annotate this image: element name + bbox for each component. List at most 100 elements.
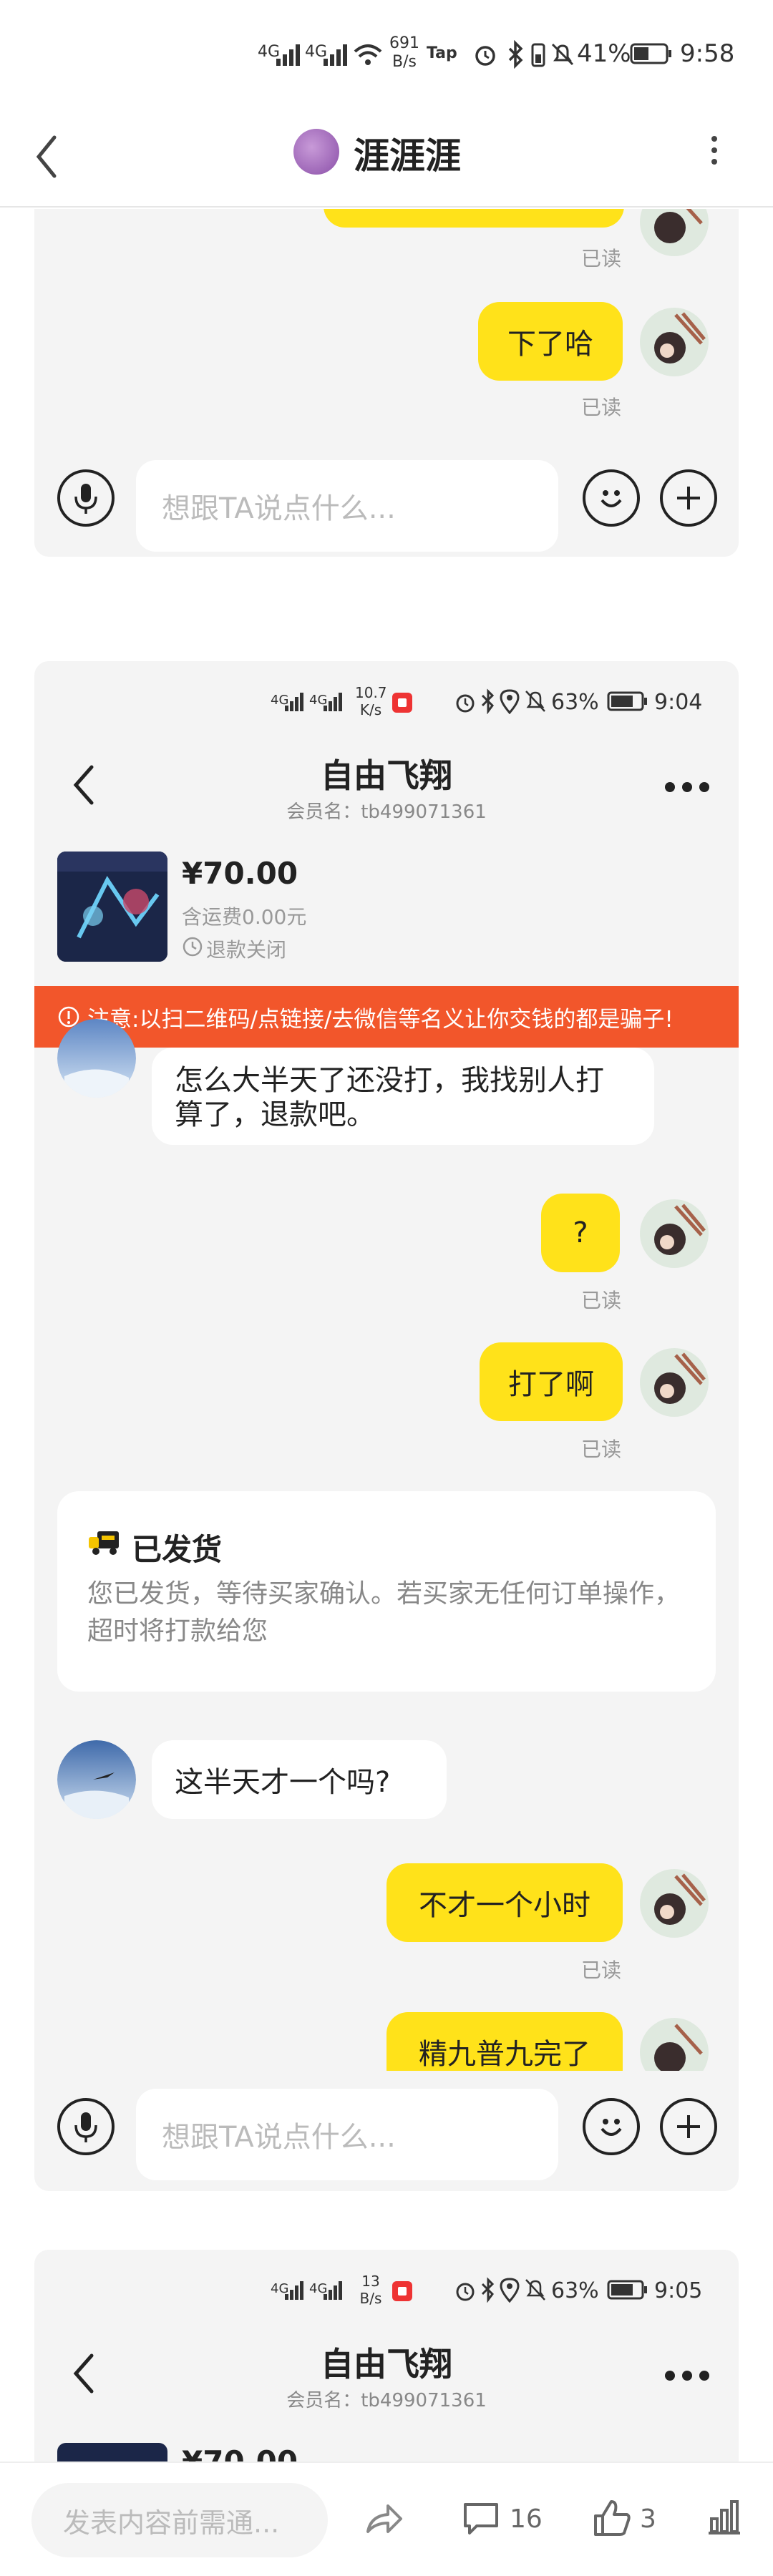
net-speed-unit: B/s: [359, 2290, 382, 2307]
shipped-description: 您已发货，等待买家确认。若买家无任何订单操作，超时将打款给您: [87, 1579, 681, 1646]
emoji-icon[interactable]: [583, 2098, 640, 2155]
avatar[interactable]: [640, 308, 709, 376]
comment-icon[interactable]: [461, 2499, 501, 2539]
chat-bubble-partial: [324, 209, 624, 228]
avatar[interactable]: [293, 129, 339, 175]
avatar[interactable]: [57, 1019, 136, 1098]
chat-bubble-outgoing: 不才一个小时: [386, 1863, 623, 1942]
product-thumbnail[interactable]: [57, 2443, 167, 2462]
avatar[interactable]: [57, 1740, 136, 1819]
battery-icon: [607, 691, 647, 711]
chat-bubble-incoming: 这半天才一个吗?: [152, 1740, 447, 1819]
product-price: ¥70.00: [182, 2444, 298, 2462]
wifi-icon: [354, 44, 382, 65]
add-icon[interactable]: [660, 469, 717, 527]
avatar[interactable]: [640, 1348, 709, 1417]
read-receipt: 已读: [581, 1438, 622, 1461]
signal-icon-2: [324, 44, 347, 66]
more-menu-icon[interactable]: [664, 781, 710, 796]
app-notification-icon: [392, 2281, 412, 2301]
app-notification-icon: [392, 693, 412, 713]
chat-input-bar: 想跟TA说点什么...: [34, 2071, 739, 2191]
signal-icon-2: [324, 2281, 342, 2300]
mute-bell-icon: [525, 2279, 545, 2301]
net-speed: 13 B/s: [355, 2273, 386, 2307]
net-speed-value: 13: [361, 2273, 380, 2290]
mute-bell-icon: [551, 43, 574, 66]
bluetooth-icon: [508, 40, 523, 69]
warning-text: 注意:以扫二维码/点链接/去微信等名义让你交钱的都是骗子!: [87, 1006, 674, 1033]
tap-label: Tap: [427, 44, 457, 62]
bottom-action-bar: 发表内容前需通... 16 3: [0, 2462, 773, 2576]
truck-icon: [89, 1531, 119, 1555]
chat-bubble-incoming: 怎么大半天了还没打，我找别人打算了，退款吧。: [152, 1048, 654, 1145]
net-speed-value: 10.7: [355, 684, 387, 701]
screenshot-card-3: 4G 4G 13 B/s 63% 9:05 自由飞翔 会员名：tb4990713…: [34, 2250, 739, 2462]
share-icon[interactable]: [364, 2500, 404, 2539]
refund-status: 退款关闭: [206, 938, 287, 962]
net-speed-unit: K/s: [359, 701, 382, 718]
signal-icon: [285, 693, 303, 711]
avatar: [640, 2018, 709, 2071]
chat-bubble-outgoing: 精九普九完了: [386, 2012, 623, 2071]
read-receipt: 已读: [581, 1289, 622, 1312]
location-icon: [500, 689, 520, 714]
net-speed: 691 B/s: [386, 34, 422, 72]
chat-clip-area: 精九普九完了: [34, 1999, 739, 2071]
net-speed-unit: B/s: [392, 53, 417, 71]
status-bar: 4G 4G 691 B/s Tap 41% 9:58: [0, 0, 773, 107]
stats-icon[interactable]: [704, 2497, 744, 2537]
fraud-warning-banner: 注意:以扫二维码/点链接/去微信等名义让你交钱的都是骗子!: [34, 986, 739, 1048]
screenshot-card-1: 已读 下了哈 已读 想跟TA说点什么...: [34, 209, 739, 557]
avatar: [640, 209, 709, 256]
add-icon[interactable]: [660, 2098, 717, 2155]
shipped-notice-card: 已发货 您已发货，等待买家确认。若买家无任何订单操作，超时将打款给您: [57, 1491, 716, 1692]
shipped-title: 已发货: [132, 1532, 223, 1567]
alarm-icon: [475, 46, 495, 66]
mute-bell-icon: [525, 691, 545, 712]
screenshot-card-2: 4G 4G 10.7 K/s 63% 9:04 自由飞翔 会员名：tb49907…: [34, 661, 739, 2191]
message-input[interactable]: 想跟TA说点什么...: [136, 2089, 558, 2180]
battery-percent: 63%: [551, 690, 599, 715]
chat-title: 自由飞翔: [321, 756, 452, 795]
signal-icon: [276, 44, 300, 66]
product-thumbnail[interactable]: [57, 852, 167, 962]
avatar[interactable]: [640, 1869, 709, 1938]
net-speed: 10.7 K/s: [355, 684, 387, 718]
page-title: 涯涯涯: [354, 135, 461, 177]
chat-bubble-outgoing: 下了哈: [478, 302, 623, 381]
avatar[interactable]: [640, 1199, 709, 1268]
product-price: ¥70.00: [182, 856, 298, 891]
microphone-icon[interactable]: [57, 469, 115, 527]
bluetooth-icon: [481, 688, 495, 714]
read-receipt: 已读: [581, 247, 622, 270]
chat-bubble-outgoing: 打了啊: [480, 1342, 623, 1421]
comment-input[interactable]: 发表内容前需通...: [31, 2483, 328, 2557]
like-icon[interactable]: [591, 2497, 633, 2539]
bluetooth-icon: [481, 2277, 495, 2303]
shipping-fee: 含运费0.00元: [182, 905, 307, 929]
alarm-icon: [456, 694, 475, 713]
like-count: 3: [640, 2504, 656, 2534]
battery-percent: 63%: [551, 2278, 599, 2303]
alarm-icon: [456, 2283, 475, 2301]
more-menu-icon[interactable]: [664, 2370, 710, 2384]
microphone-icon[interactable]: [57, 2098, 115, 2155]
member-name: 会员名：tb499071361: [286, 2390, 487, 2411]
more-menu-icon[interactable]: [711, 136, 719, 165]
battery-icon: [607, 2280, 647, 2300]
message-input[interactable]: 想跟TA说点什么...: [136, 460, 558, 552]
comment-count: 16: [510, 2504, 543, 2534]
read-receipt: 已读: [581, 396, 622, 419]
read-receipt: 已读: [581, 1958, 622, 1982]
back-arrow-icon[interactable]: [33, 132, 62, 182]
location-icon: [500, 2278, 520, 2303]
battery-percent: 41%: [577, 39, 631, 68]
signal-icon: [285, 2281, 303, 2300]
chat-input-bar: 想跟TA说点什么...: [34, 442, 739, 557]
chat-bubble-outgoing: ?: [541, 1194, 620, 1272]
emoji-icon[interactable]: [583, 469, 640, 527]
chat-title: 自由飞翔: [321, 2345, 452, 2384]
clock: 9:58: [680, 39, 735, 68]
top-nav: 涯涯涯: [0, 107, 773, 208]
